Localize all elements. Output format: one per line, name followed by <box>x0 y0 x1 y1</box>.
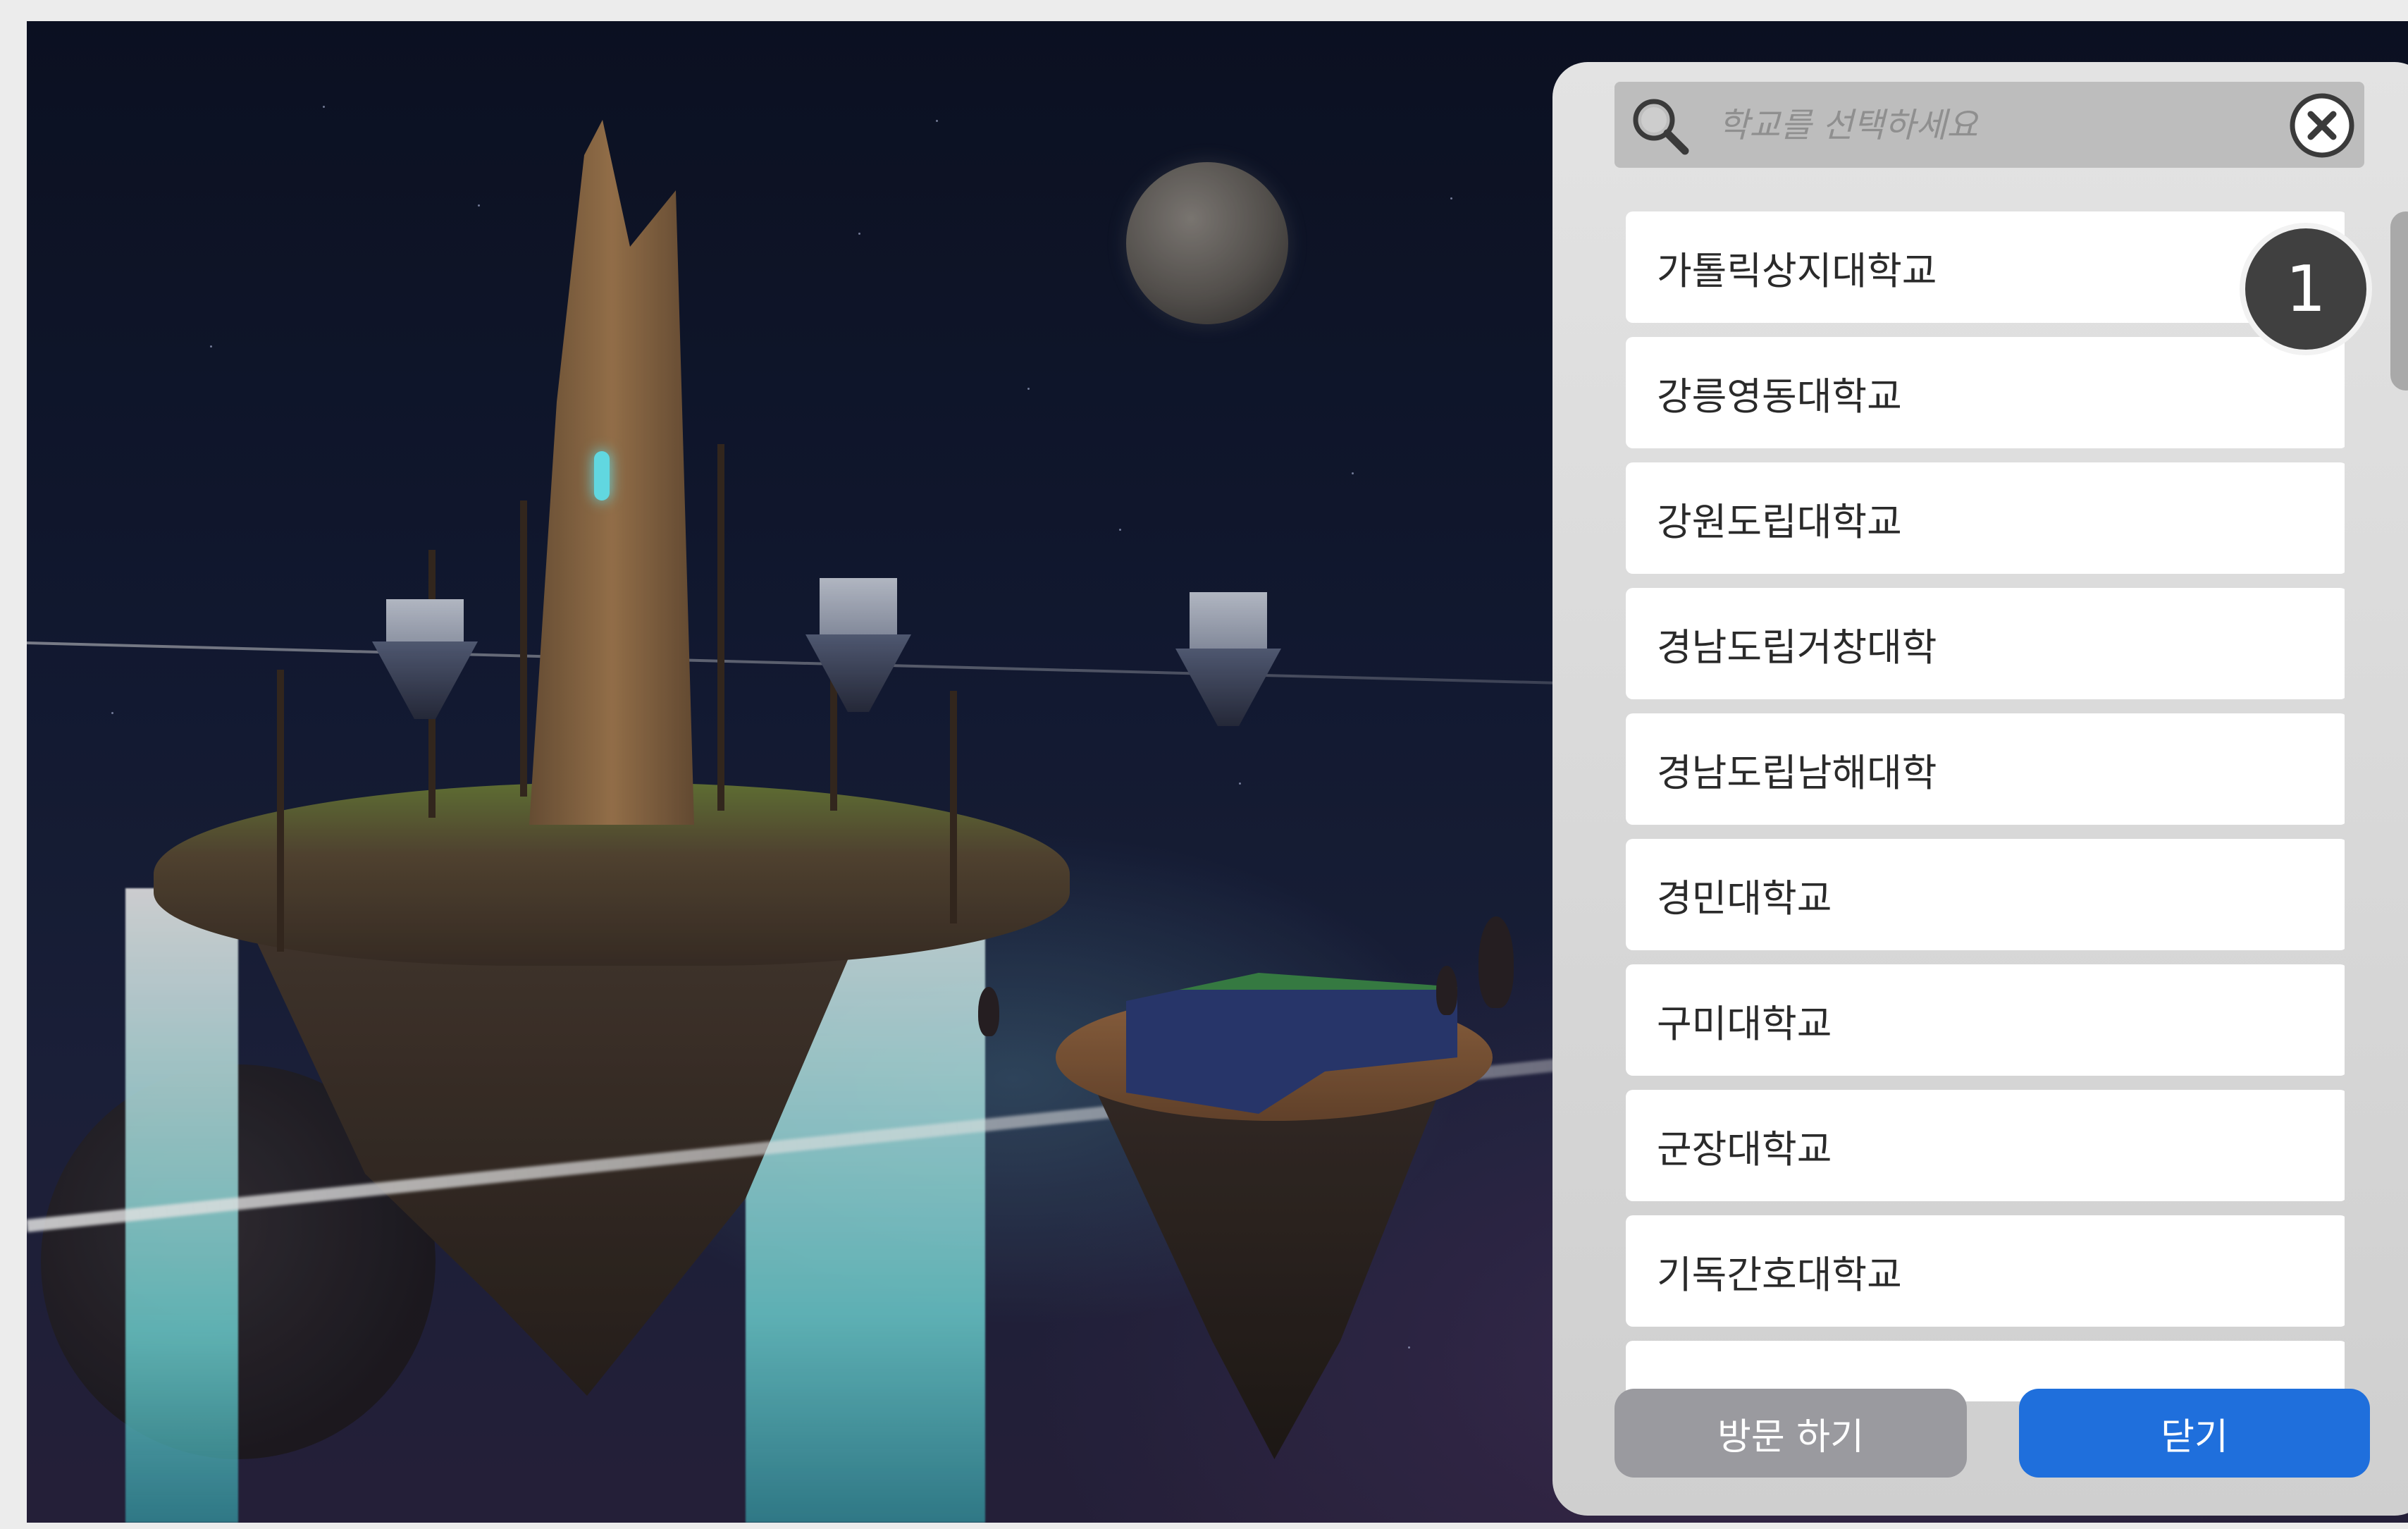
school-name: 경민대학교 <box>1657 876 1832 921</box>
school-list-item[interactable]: 강릉영동대학교 <box>1626 337 2345 448</box>
school-list-item[interactable]: 경남도립남해대학 <box>1626 713 2345 825</box>
school-name: 가톨릭상지대학교 <box>1657 248 1937 293</box>
school-name: 기독간호대학교 <box>1657 1252 1902 1297</box>
search-icon <box>1629 94 1692 158</box>
school-name: 경남도립거창대학 <box>1657 625 1937 670</box>
school-name: 군장대학교 <box>1657 1126 1832 1172</box>
clear-icon[interactable] <box>2288 92 2356 159</box>
school-list-item[interactable]: 가톨릭상지대학교 <box>1626 211 2345 323</box>
school-list-item[interactable]: 경민대학교 <box>1626 839 2345 950</box>
school-name: 경남도립남해대학 <box>1657 750 1937 795</box>
school-list-item[interactable]: 군장대학교 <box>1626 1090 2345 1201</box>
school-list-item[interactable]: 경남도립거창대학 <box>1626 588 2345 699</box>
school-list-item[interactable]: 강원도립대학교 <box>1626 462 2345 574</box>
viewport: 가톨릭상지대학교 강릉영동대학교 강원도립대학교 경남도립거창대학 경남도립남해… <box>27 21 2408 1523</box>
step-badge: 1 <box>2240 223 2372 355</box>
scrollbar-thumb[interactable] <box>2390 211 2408 391</box>
visit-button[interactable]: 방문 하기 <box>1614 1389 1967 1478</box>
school-list-item[interactable]: 기독간호대학교 <box>1626 1215 2345 1327</box>
school-list-item[interactable]: 구미대학교 <box>1626 964 2345 1076</box>
school-name: 구미대학교 <box>1657 1001 1832 1046</box>
close-button[interactable]: 닫기 <box>2019 1389 2370 1478</box>
school-list[interactable]: 가톨릭상지대학교 강릉영동대학교 강원도립대학교 경남도립거창대학 경남도립남해… <box>1626 211 2345 1401</box>
search-bar <box>1614 82 2364 168</box>
search-input[interactable] <box>1717 96 2255 155</box>
school-name: 강릉영동대학교 <box>1657 374 1902 419</box>
school-name: 강원도립대학교 <box>1657 499 1902 544</box>
school-select-panel: 가톨릭상지대학교 강릉영동대학교 강원도립대학교 경남도립거창대학 경남도립남해… <box>1552 62 2408 1516</box>
list-scrollbar[interactable] <box>2389 211 2408 1403</box>
